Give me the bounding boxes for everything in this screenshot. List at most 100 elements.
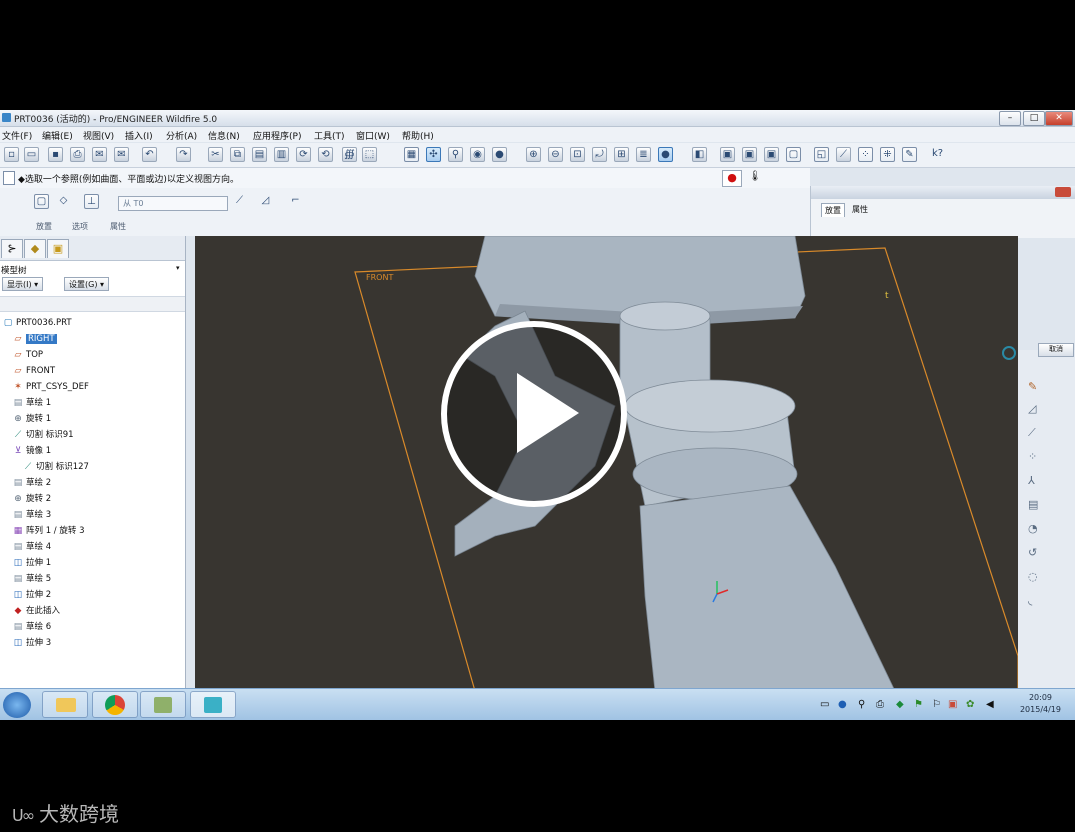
- explorer-taskbar-icon[interactable]: [42, 691, 88, 718]
- reference-field[interactable]: 从 T0: [118, 196, 228, 211]
- maximize-button[interactable]: □: [1023, 111, 1045, 126]
- tree-item[interactable]: ⟋ 切割 标识91: [13, 428, 74, 443]
- record-icon[interactable]: ●: [722, 170, 742, 187]
- redo-icon[interactable]: ↷: [176, 147, 191, 162]
- mail-attach-icon[interactable]: ✉: [114, 147, 129, 162]
- dialog-tab-properties[interactable]: 属性: [849, 203, 871, 216]
- tree-item[interactable]: ▦ 阵列 1 / 旋转 3: [13, 524, 85, 539]
- datum-planes-toggle-icon[interactable]: ◱: [814, 147, 829, 162]
- paste-special-icon[interactable]: ▥: [274, 147, 289, 162]
- tree-item[interactable]: ▢ PRT0036.PRT: [3, 316, 72, 331]
- tray-usb-icon[interactable]: ⚲: [858, 699, 865, 710]
- menu-info[interactable]: 信息(N): [208, 129, 240, 142]
- tray-antivirus-icon[interactable]: ⚑: [914, 699, 923, 710]
- menu-view[interactable]: 视图(V): [83, 129, 114, 142]
- context-help-icon[interactable]: k?: [930, 147, 945, 162]
- shaded-icon[interactable]: ▢: [786, 147, 801, 162]
- csys-tool-icon[interactable]: ⅄: [1028, 474, 1035, 487]
- message-log-icon[interactable]: [3, 171, 15, 185]
- repaint-icon[interactable]: ▦: [404, 147, 419, 162]
- refit-icon[interactable]: ⊡: [570, 147, 585, 162]
- folder-browser-tab-icon[interactable]: ◆: [24, 239, 46, 258]
- dash-tab-properties[interactable]: 属性: [110, 221, 126, 232]
- tray-flag-icon[interactable]: ⚐: [932, 699, 941, 710]
- video-play-button[interactable]: [441, 321, 627, 507]
- datum-points-toggle-icon[interactable]: ⁘: [858, 147, 873, 162]
- tray-volume-icon[interactable]: ◀: [986, 699, 994, 710]
- dialog-close-icon[interactable]: [1055, 187, 1071, 197]
- flip-icon[interactable]: ⟋: [232, 194, 247, 209]
- tray-shield-icon[interactable]: ◆: [896, 699, 904, 710]
- tree-item[interactable]: ⊻ 镜像 1: [13, 444, 51, 459]
- wireframe-icon[interactable]: ▣: [720, 147, 735, 162]
- tray-network-icon[interactable]: ▭: [820, 699, 829, 710]
- datum-plane-tool-icon[interactable]: ◿: [1028, 402, 1036, 415]
- dash-tab-options[interactable]: 选项: [72, 221, 88, 232]
- sketch-plane-icon[interactable]: ▢: [34, 194, 49, 209]
- tray-app2-icon[interactable]: ✿: [966, 699, 974, 710]
- tree-item[interactable]: ◆ 在此插入: [13, 604, 60, 619]
- sketch-view-icon[interactable]: ◿: [258, 194, 273, 209]
- save-icon[interactable]: ▪: [48, 147, 63, 162]
- axis-tool-icon[interactable]: ⟋: [1028, 426, 1036, 440]
- hole-tool-icon[interactable]: ◌: [1028, 570, 1038, 583]
- menu-tools[interactable]: 工具(T): [314, 129, 345, 142]
- favorites-tab-icon[interactable]: ▣: [47, 239, 69, 258]
- tree-item[interactable]: ▤ 草绘 6: [13, 620, 51, 635]
- regen-manager-icon[interactable]: ⟲: [318, 147, 333, 162]
- tree-item[interactable]: ▱ FRONT: [13, 364, 56, 379]
- menu-help[interactable]: 帮助(H): [402, 129, 434, 142]
- tree-item[interactable]: ◫ 拉伸 2: [13, 588, 51, 603]
- tree-item[interactable]: ▤ 草绘 3: [13, 508, 51, 523]
- tree-item[interactable]: ▤ 草绘 4: [13, 540, 51, 555]
- datum-axes-toggle-icon[interactable]: ⟋: [836, 147, 851, 162]
- sketch-tool-icon[interactable]: ✎: [1028, 380, 1037, 393]
- paste-icon[interactable]: ▤: [252, 147, 267, 162]
- tree-item[interactable]: ⊕ 旋转 1: [13, 412, 51, 427]
- copy-icon[interactable]: ⧉: [230, 147, 245, 162]
- view-manager-icon[interactable]: ●: [658, 147, 673, 162]
- tree-item[interactable]: ◫ 拉伸 3: [13, 636, 51, 651]
- sketch-orient-icon[interactable]: ◇: [56, 194, 71, 209]
- menu-analysis[interactable]: 分析(A): [166, 129, 197, 142]
- tree-item[interactable]: ⟋ 切割 标识127: [23, 460, 89, 475]
- orient-mode-icon[interactable]: ⚲: [448, 147, 463, 162]
- revolve-tool-icon[interactable]: ◔: [1028, 522, 1038, 535]
- dash-tab-placement[interactable]: 放置: [36, 221, 52, 232]
- reference-direction-icon[interactable]: ⊥: [84, 194, 99, 209]
- annotation-toggle-icon[interactable]: ✎: [902, 147, 917, 162]
- tray-printer-icon[interactable]: ⎙: [876, 699, 884, 710]
- mail-icon[interactable]: ✉: [92, 147, 107, 162]
- tree-item[interactable]: ▤ 草绘 5: [13, 572, 51, 587]
- zoom-in-icon[interactable]: ⊕: [526, 147, 541, 162]
- menu-applications[interactable]: 应用程序(P): [253, 129, 301, 142]
- model-tree-menu-icon[interactable]: ▾: [176, 264, 180, 272]
- tree-item[interactable]: ▱ RIGHT: [13, 332, 57, 347]
- tree-item[interactable]: ⊕ 旋转 2: [13, 492, 51, 507]
- menu-window[interactable]: 窗口(W): [356, 129, 390, 142]
- shading-icon[interactable]: ●: [492, 147, 507, 162]
- layers-icon[interactable]: ≣: [636, 147, 651, 162]
- regenerate-icon[interactable]: ⟳: [296, 147, 311, 162]
- cancel-button[interactable]: 取消: [1038, 343, 1074, 357]
- appearance-icon[interactable]: ◧: [692, 147, 707, 162]
- round-tool-icon[interactable]: ◟: [1028, 594, 1032, 607]
- show-button[interactable]: 显示(I) ▾: [2, 277, 44, 291]
- dialog-tab-placement[interactable]: 放置: [821, 203, 845, 217]
- no-hidden-icon[interactable]: ▣: [764, 147, 779, 162]
- point-tool-icon[interactable]: ⁘: [1028, 450, 1037, 463]
- tree-item[interactable]: ▤ 草绘 1: [13, 396, 51, 411]
- app-taskbar-icon[interactable]: [140, 691, 186, 718]
- tree-item[interactable]: ✶ PRT_CSYS_DEF: [13, 380, 89, 395]
- tray-ie-icon[interactable]: ●: [838, 699, 847, 710]
- new-file-icon[interactable]: ▫: [4, 147, 19, 162]
- settings-button[interactable]: 设置(G) ▾: [64, 277, 109, 291]
- print-icon[interactable]: ⎙: [70, 147, 85, 162]
- saved-views-icon[interactable]: ⊞: [614, 147, 629, 162]
- chrome-taskbar-icon[interactable]: [92, 691, 138, 718]
- zoom-out-icon[interactable]: ⊖: [548, 147, 563, 162]
- taskbar-clock[interactable]: 20:09 2015/4/19: [1020, 692, 1061, 716]
- start-button[interactable]: [3, 692, 31, 718]
- tree-item[interactable]: ◫ 拉伸 1: [13, 556, 51, 571]
- spin-center-icon[interactable]: ✣: [426, 147, 441, 162]
